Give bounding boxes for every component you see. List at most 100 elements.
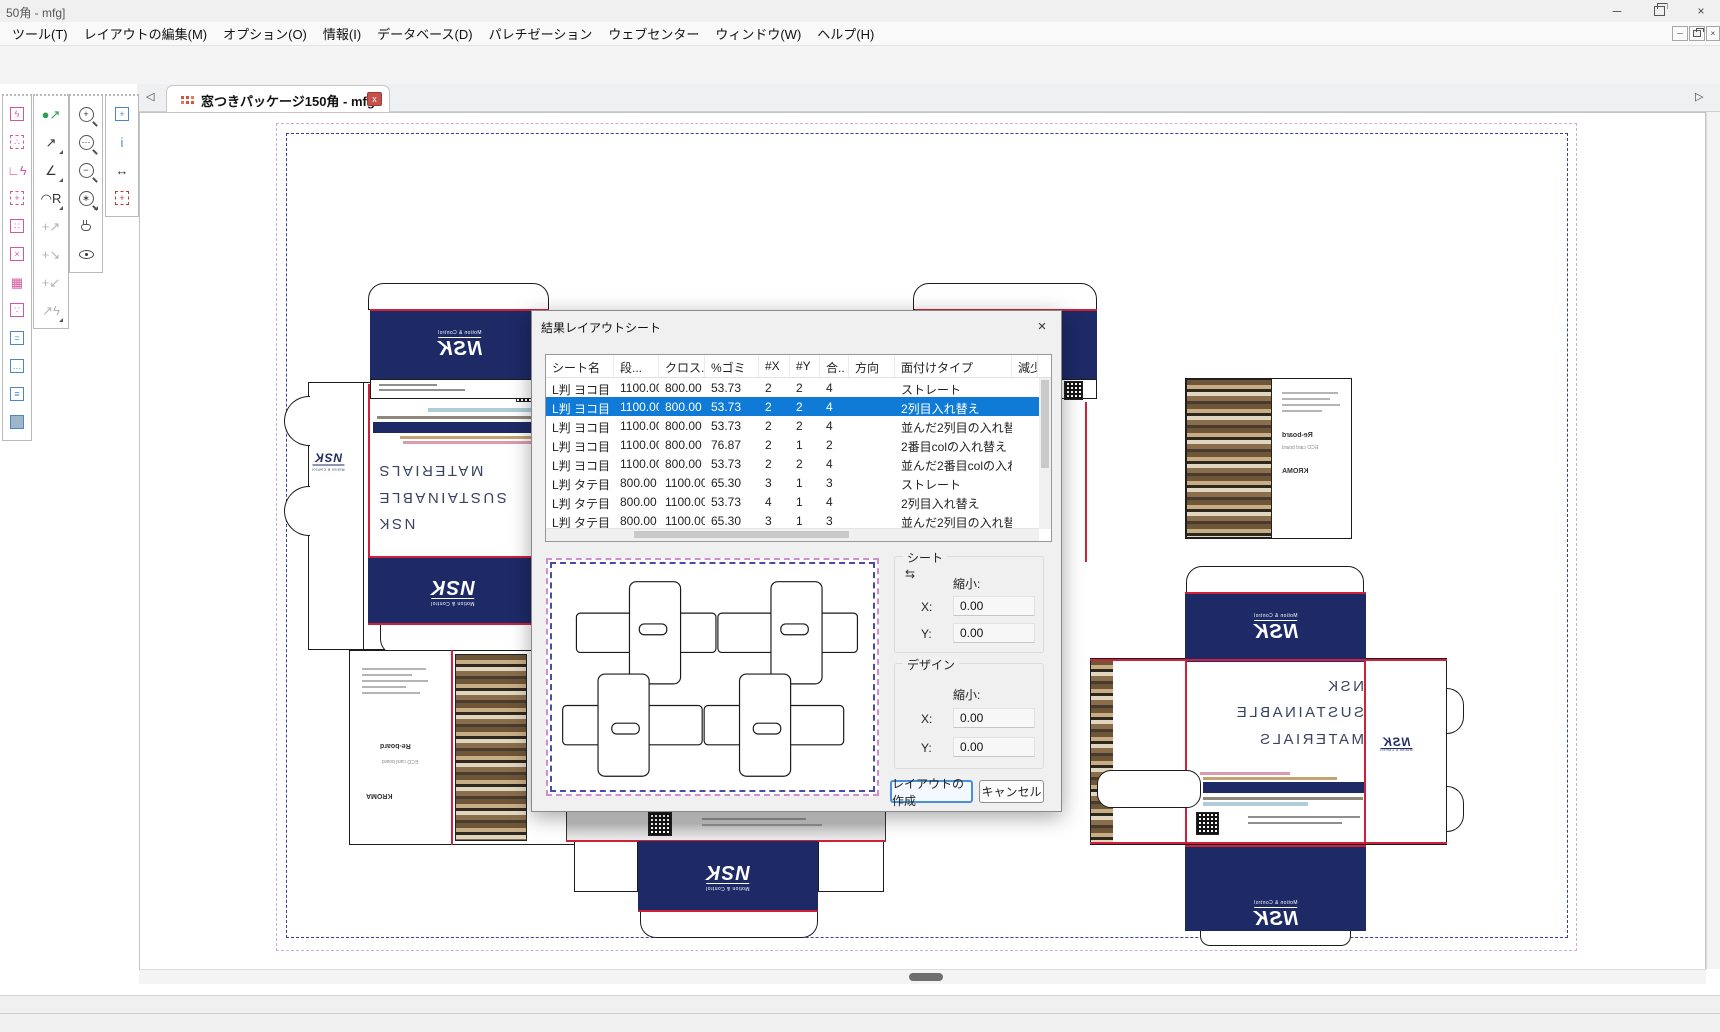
table-cell: 2列目入れ替え	[895, 492, 1012, 511]
table-cell	[849, 454, 895, 473]
table-vscrollbar[interactable]	[1039, 378, 1051, 529]
table-row[interactable]: L判 ヨコ目1100.00800.0076.872122番目colの入れ替え	[546, 435, 1051, 454]
column-header[interactable]: #X	[759, 355, 790, 377]
close-button[interactable]: ×	[1680, 0, 1720, 22]
swap-arrows-icon[interactable]: ⇆	[905, 567, 915, 581]
distance-arrow-tool[interactable]: ↗	[39, 129, 63, 155]
design-y-field[interactable]: 0.00	[953, 737, 1035, 757]
table-vscrollbar-thumb[interactable]	[1041, 380, 1049, 468]
design-x-field[interactable]: 0.00	[953, 708, 1035, 728]
table-hscrollbar[interactable]	[546, 528, 1039, 541]
add-part-tool[interactable]: +	[110, 101, 134, 127]
menu-tools[interactable]: ツール(T)	[4, 24, 76, 43]
zoom-custom-tool[interactable]: ⋯	[74, 129, 98, 155]
tab-close-button[interactable]: x	[367, 92, 382, 106]
menu-layout-edit[interactable]: レイアウトの編集(M)	[76, 24, 216, 43]
perforation-tool[interactable]: …	[5, 353, 29, 379]
column-header[interactable]: シート名	[546, 355, 614, 377]
bridge-tool[interactable]: =	[5, 325, 29, 351]
mdi-close-button[interactable]: ×	[1706, 26, 1720, 41]
zoom-extents-tool[interactable]: ∗	[74, 185, 98, 211]
grid-layout-tool[interactable]: ▦	[5, 269, 29, 295]
mdi-restore-button[interactable]	[1689, 26, 1705, 41]
collapse-arrows-tool[interactable]: ×	[5, 241, 29, 267]
table-cell: 800.00	[614, 473, 659, 492]
table-row[interactable]: L判 タテ目800.001100.0053.734142列目入れ替え	[546, 492, 1051, 511]
table-row[interactable]: L判 ヨコ目1100.00800.0053.732242列目入れ替え	[546, 397, 1051, 416]
tab-scroll-left[interactable]: ◁	[146, 90, 154, 103]
fit-region-tool[interactable]: +	[110, 185, 134, 211]
tab-scroll-right[interactable]: ▷	[1695, 90, 1703, 103]
filled-panel-tool[interactable]	[5, 409, 29, 435]
move-flash-tool[interactable]: ↗ϟ	[39, 297, 63, 323]
column-header[interactable]: 方向	[849, 355, 895, 377]
sheet-x-label: X:	[921, 600, 932, 614]
brand-panel-navy: Motion & Control NSK	[1185, 845, 1366, 931]
move-flash-tool-icon: ↗ϟ	[42, 304, 60, 317]
column-header[interactable]: 面付けタイプ	[895, 355, 1012, 377]
table-row[interactable]: L判 タテ目800.001100.0065.30313ストレート	[546, 473, 1051, 492]
part-span-tool[interactable]: ↔	[110, 157, 134, 183]
point-add-tool[interactable]: ∷	[5, 213, 29, 239]
menu-database[interactable]: データベース(D)	[369, 24, 480, 43]
measure-distance-tool[interactable]: ●↗	[39, 101, 63, 127]
column-header[interactable]: 段...	[614, 355, 659, 377]
table-row[interactable]: L判 ヨコ目1100.00800.0053.73224ストレート	[546, 378, 1051, 397]
dialog-close-button[interactable]: ×	[1025, 313, 1059, 339]
canvas-hscrollbar-thumb[interactable]	[909, 973, 943, 981]
cut-lines-tool[interactable]: ≡	[5, 381, 29, 407]
restore-button[interactable]	[1638, 0, 1680, 22]
corner-points-tool[interactable]: ∵	[5, 297, 29, 323]
column-header[interactable]: %ゴミ	[705, 355, 759, 377]
create-layout-button[interactable]: レイアウトの作成	[890, 780, 973, 803]
minimize-button[interactable]: ─	[1596, 0, 1638, 22]
dialog-title-bar[interactable]: 結果レイアウトシート ×	[532, 311, 1061, 341]
move-points-tool[interactable]: +↙	[39, 269, 63, 295]
part-info-tool[interactable]: i	[110, 129, 134, 155]
design-group: デザイン 縮小: X: 0.00 Y: 0.00	[894, 663, 1044, 769]
menu-help[interactable]: ヘルプ(H)	[809, 24, 882, 43]
mdi-minimize-button[interactable]: ─	[1672, 26, 1688, 41]
table-row[interactable]: L判 ヨコ目1100.00800.0053.73224並んだ2列目の入れ替え	[546, 416, 1051, 435]
nsk-logo-side: NSK Motion & Control	[1380, 736, 1412, 755]
corner-flash-tool[interactable]: ∟ϟ	[5, 157, 29, 183]
table-cell: L判 タテ目	[546, 473, 614, 492]
sheet-x-field[interactable]: 0.00	[953, 596, 1035, 616]
menu-webcenter[interactable]: ウェブセンター	[600, 24, 707, 43]
table-cell	[849, 416, 895, 435]
column-header[interactable]: 減少	[1012, 355, 1038, 377]
move-copy-tool[interactable]: +↘	[39, 241, 63, 267]
menu-palletization[interactable]: パレチゼーション	[481, 24, 601, 43]
nsk-logo: Motion & Control NSK	[1253, 614, 1298, 642]
menu-info[interactable]: 情報(I)	[315, 24, 369, 43]
move-tool[interactable]: +↗	[39, 213, 63, 239]
duplicate-flash-tool[interactable]: ϟ	[5, 101, 29, 127]
canvas-hscrollbar[interactable]	[139, 969, 1706, 984]
angle-tool[interactable]: ∠	[39, 157, 63, 183]
result-layout-dialog: 結果レイアウトシート × シート名段...クロス...%ゴミ#X#Y合..方向面…	[531, 310, 1062, 812]
preview-eye-tool[interactable]	[74, 241, 98, 267]
column-header[interactable]: 合..	[820, 355, 849, 377]
pan-hand-tool[interactable]	[74, 213, 98, 239]
sheet-y-field[interactable]: 0.00	[953, 623, 1035, 643]
cancel-button[interactable]: キャンセル	[979, 780, 1044, 803]
table-hscrollbar-thumb[interactable]	[634, 531, 849, 538]
dashed-region-tool[interactable]: +	[5, 185, 29, 211]
column-header[interactable]: #Y	[790, 355, 820, 377]
menu-window[interactable]: ウィンドウ(W)	[707, 24, 809, 43]
radius-tool[interactable]: ◠R	[39, 185, 63, 211]
column-header[interactable]: クロス...	[659, 355, 705, 377]
table-row[interactable]: L判 ヨコ目1100.00800.0053.73224並んだ2番目colの入れ替…	[546, 454, 1051, 473]
layout-preview-drawing	[552, 564, 873, 790]
point-edit-flash-tool[interactable]: ∴	[5, 129, 29, 155]
zoom-out-tool[interactable]: −	[74, 157, 98, 183]
grid-layout-tool-icon: ▦	[11, 276, 23, 289]
layout-results-table[interactable]: シート名段...クロス...%ゴミ#X#Y合..方向面付けタイプ減少 L判 ヨコ…	[545, 354, 1052, 542]
label-eco: ECO card board	[382, 758, 418, 764]
tab-active-document[interactable]: 窓つきパッケージ150角 - mfg x	[166, 85, 390, 112]
menu-options[interactable]: オプション(O)	[215, 24, 315, 43]
fine-print-lines	[1282, 392, 1342, 416]
zoom-in-tool[interactable]: +	[74, 101, 98, 127]
table-body[interactable]: L判 ヨコ目1100.00800.0053.73224ストレートL判 ヨコ目11…	[546, 378, 1051, 530]
canvas-vscrollbar[interactable]	[1706, 112, 1720, 969]
